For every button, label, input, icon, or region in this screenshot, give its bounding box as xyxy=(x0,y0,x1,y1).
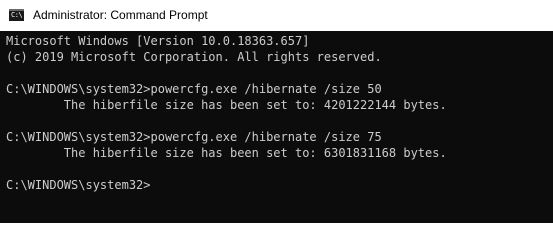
console-line-output: The hiberfile size has been set to: 4201… xyxy=(6,98,447,112)
cmd-icon-glyph: C:\ xyxy=(11,11,23,19)
console-line-command: C:\WINDOWS\system32>powercfg.exe /hibern… xyxy=(6,130,382,144)
console-line-command: C:\WINDOWS\system32>powercfg.exe /hibern… xyxy=(6,82,382,96)
command-prompt-window: C:\ Administrator: Command Prompt Micros… xyxy=(0,0,553,223)
window-title: Administrator: Command Prompt xyxy=(33,8,208,22)
console-prompt-line[interactable]: C:\WINDOWS\system32> xyxy=(6,177,553,193)
cmd-icon[interactable]: C:\ xyxy=(9,9,24,21)
title-bar[interactable]: C:\ Administrator: Command Prompt xyxy=(0,0,553,31)
console-line-version: Microsoft Windows [Version 10.0.18363.65… xyxy=(6,34,310,48)
console-output[interactable]: Microsoft Windows [Version 10.0.18363.65… xyxy=(0,31,553,223)
console-line-copyright: (c) 2019 Microsoft Corporation. All righ… xyxy=(6,50,382,64)
console-line-output: The hiberfile size has been set to: 6301… xyxy=(6,146,447,160)
